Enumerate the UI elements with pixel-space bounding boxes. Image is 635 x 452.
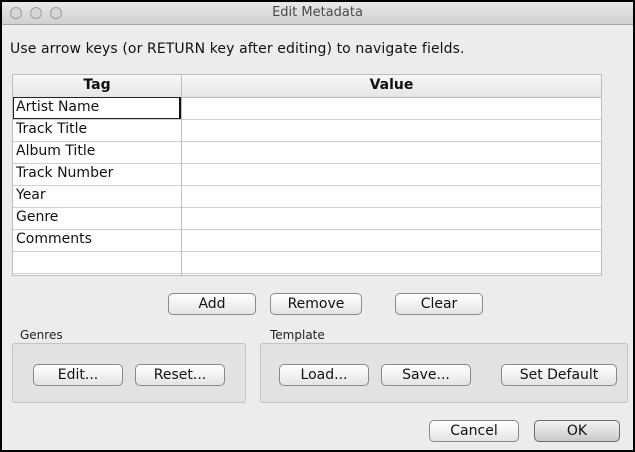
title-bar[interactable]: Edit Metadata bbox=[2, 2, 633, 25]
remove-tag-button[interactable]: Remove bbox=[270, 293, 362, 315]
table-row[interactable]: Track Title bbox=[13, 119, 601, 142]
metadata-table: Tag Value Artist Name Track Title Album … bbox=[12, 74, 602, 276]
tag-cell[interactable]: Genre bbox=[16, 209, 58, 225]
table-row[interactable]: Year bbox=[13, 185, 601, 208]
tag-cell[interactable]: Track Number bbox=[16, 165, 113, 181]
instructions-text: Use arrow keys (or RETURN key after edit… bbox=[10, 41, 465, 57]
add-tag-button[interactable]: Add bbox=[168, 293, 256, 315]
tag-cell[interactable]: Year bbox=[16, 187, 46, 203]
column-header-tag[interactable]: Tag bbox=[13, 77, 181, 93]
column-header-value[interactable]: Value bbox=[182, 77, 601, 93]
set-default-template-button[interactable]: Set Default bbox=[501, 364, 617, 386]
reset-genres-button[interactable]: Reset... bbox=[135, 364, 225, 386]
column-divider bbox=[181, 75, 182, 275]
table-row[interactable]: Album Title bbox=[13, 141, 601, 164]
load-template-button[interactable]: Load... bbox=[279, 364, 369, 386]
clear-tags-button[interactable]: Clear bbox=[395, 293, 483, 315]
window-title: Edit Metadata bbox=[272, 5, 363, 20]
save-template-button[interactable]: Save... bbox=[381, 364, 471, 386]
genres-group-label: Genres bbox=[20, 328, 63, 342]
table-row[interactable]: Track Number bbox=[13, 163, 601, 186]
table-header: Tag Value bbox=[13, 75, 601, 98]
genres-group: Edit... Reset... bbox=[12, 343, 246, 403]
ok-button[interactable]: OK bbox=[534, 420, 620, 442]
template-group-label: Template bbox=[270, 328, 325, 342]
table-row[interactable]: Comments bbox=[13, 229, 601, 252]
template-group: Load... Save... Set Default bbox=[260, 343, 628, 403]
table-row[interactable]: Genre bbox=[13, 207, 601, 230]
table-row[interactable] bbox=[13, 251, 601, 274]
edit-genres-button[interactable]: Edit... bbox=[33, 364, 123, 386]
cancel-button[interactable]: Cancel bbox=[429, 420, 519, 442]
focused-cell-outline bbox=[13, 97, 181, 119]
tag-cell[interactable]: Comments bbox=[16, 231, 92, 247]
tag-cell[interactable]: Album Title bbox=[16, 143, 95, 159]
edit-metadata-window: Edit Metadata Use arrow keys (or RETURN … bbox=[0, 0, 635, 452]
tag-cell[interactable]: Track Title bbox=[16, 121, 87, 137]
